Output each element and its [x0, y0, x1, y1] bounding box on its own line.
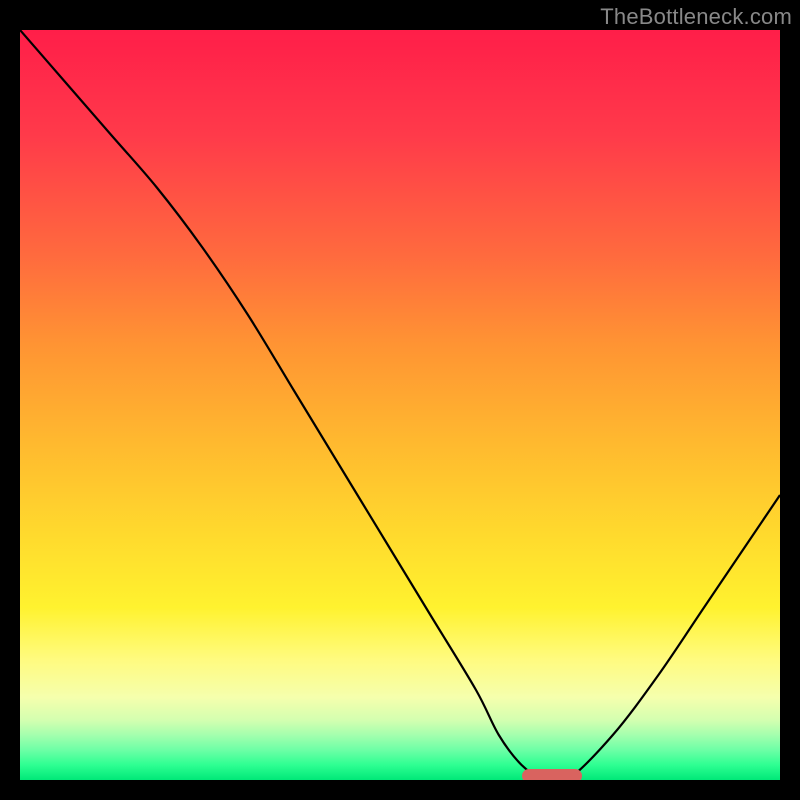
chart-frame: TheBottleneck.com [0, 0, 800, 800]
curve-path [20, 30, 780, 780]
watermark-text: TheBottleneck.com [600, 4, 792, 30]
optimal-zone-marker [522, 769, 583, 780]
bottleneck-curve [20, 30, 780, 780]
plot-area [20, 30, 780, 780]
